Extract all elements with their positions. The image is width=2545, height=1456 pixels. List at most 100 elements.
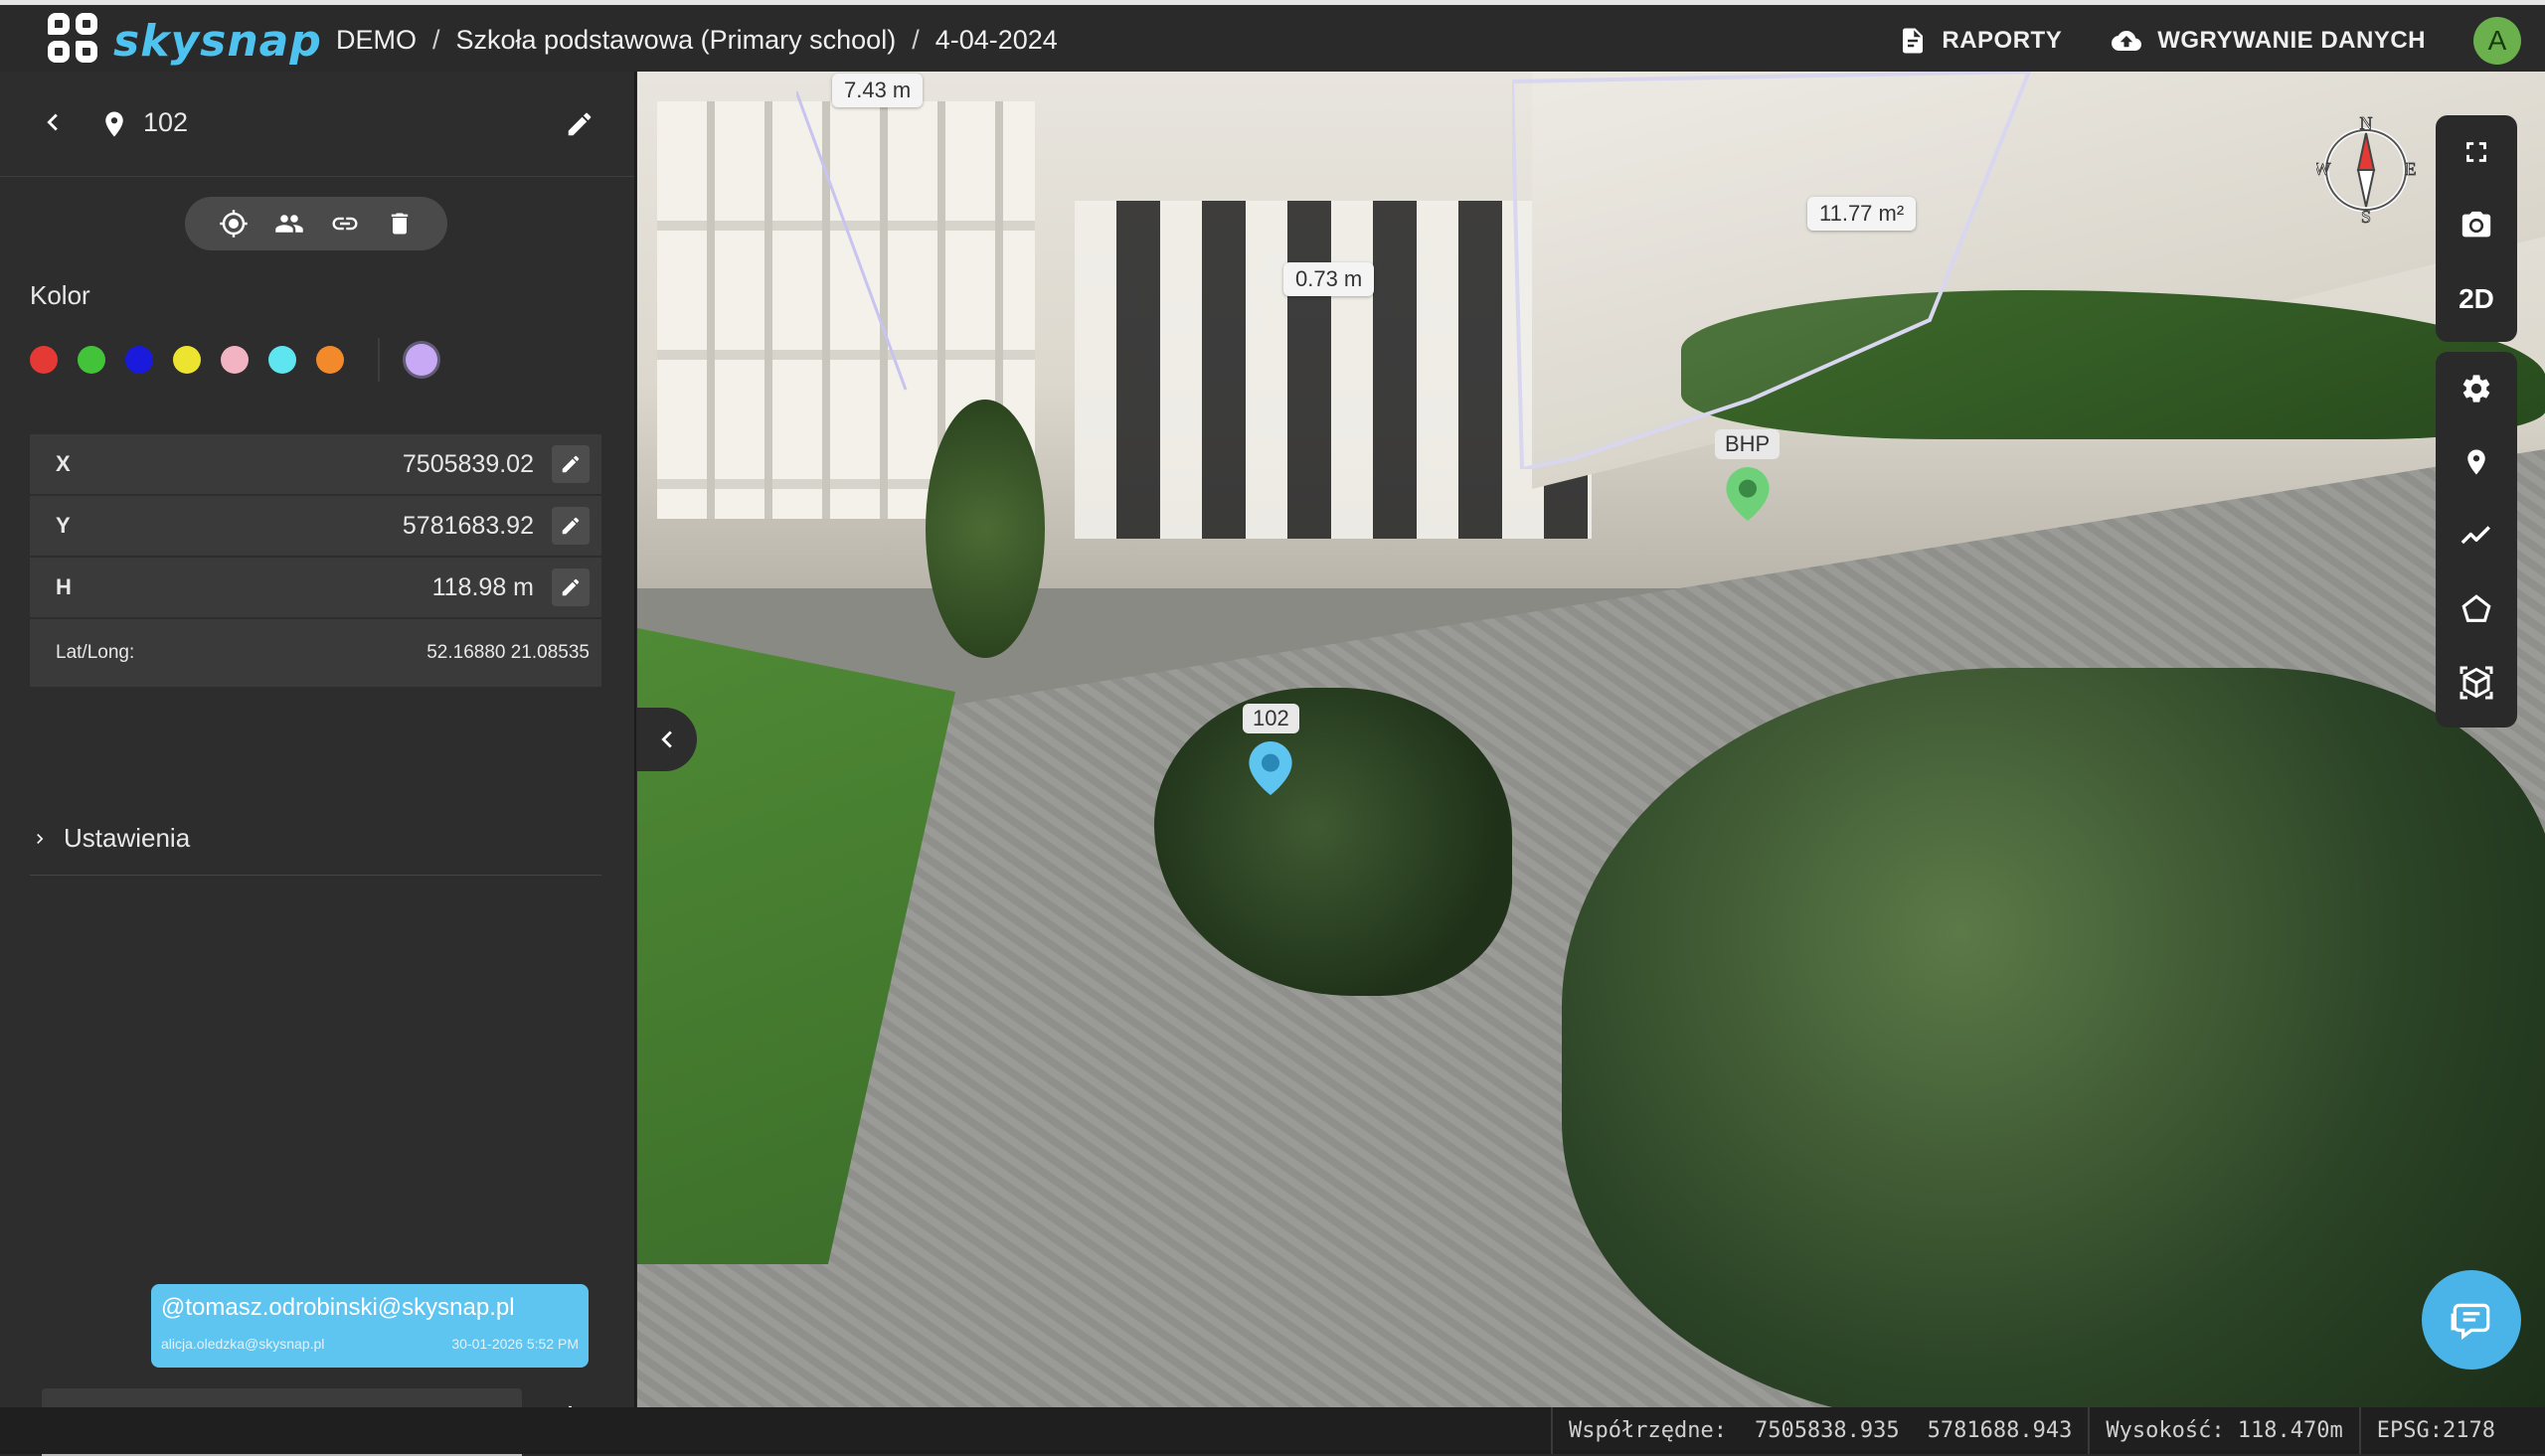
breadcrumb: DEMO / Szkoła podstawowa (Primary school…: [336, 25, 1058, 56]
brand-name: skysnap: [113, 15, 322, 67]
gear-icon: [2462, 375, 2490, 403]
edit-y-button[interactable]: [552, 507, 590, 545]
reports-label: RAPORTY: [1942, 27, 2063, 54]
settings-label: Ustawienia: [64, 823, 191, 853]
fullscreen-button[interactable]: [2436, 115, 2517, 189]
svg-text:E: E: [2406, 159, 2417, 179]
svg-text:N: N: [2360, 115, 2373, 133]
chat-message-time: 30-01-2026 5:52 PM: [451, 1336, 579, 1352]
marker-bhp[interactable]: BHP: [1715, 429, 1781, 521]
point-action-bar: [185, 197, 447, 250]
coord-h-label: H: [56, 574, 72, 599]
edit-pencil-icon: [562, 455, 580, 473]
measurement-label-1: 7.43 m: [832, 74, 924, 107]
chat-message-text: @tomasz.odrobinski@skysnap.pl: [161, 1294, 515, 1321]
coordinate-x: 7505838.935: [1754, 1418, 1900, 1443]
compass-icon[interactable]: N S E W: [2316, 115, 2416, 225]
map-pin-icon: [1726, 467, 1770, 521]
edit-pencil-icon[interactable]: [565, 109, 594, 139]
upload-label: WGRYWANIE DANYCH: [2157, 27, 2426, 54]
cube-icon: [2460, 666, 2493, 700]
edit-h-button[interactable]: [552, 568, 590, 606]
breadcrumb-date[interactable]: 4-04-2024: [935, 25, 1058, 56]
panel-header: 102: [0, 72, 634, 177]
color-swatch-orange[interactable]: [316, 346, 344, 374]
locate-target-icon[interactable]: [219, 209, 249, 239]
reports-button[interactable]: RAPORTY: [1898, 26, 2062, 56]
coordinates-table: X 7505839.02 Y 5781683.92 H 118.98 m Lat…: [30, 434, 601, 689]
settings-button[interactable]: [2436, 352, 2517, 425]
cloud-upload-icon: [2112, 31, 2142, 51]
coord-row-x: X 7505839.02: [30, 434, 601, 496]
location-pin-icon: [2467, 449, 2485, 475]
coord-row-latlong: Lat/Long: 52.16880 21.08535: [30, 619, 601, 689]
cursor-coordinates: Współrzędne: 7505838.935 5781688.943: [1551, 1407, 2088, 1454]
top-bar: skysnap DEMO / Szkoła podstawowa (Primar…: [0, 0, 2545, 72]
screenshot-button[interactable]: [2436, 189, 2517, 262]
point-name: 102: [143, 107, 189, 137]
coord-h-value: 118.98 m: [431, 572, 534, 601]
measure-line-button[interactable]: [2436, 499, 2517, 572]
point-panel: 102 Kolor X 7505839.02 Y 5781683.92 H 11…: [0, 72, 636, 1456]
chat-message-author: alicja.oledzka@skysnap.pl: [161, 1336, 325, 1352]
coordinate-y: 5781688.943: [1927, 1418, 2073, 1443]
chevron-right-icon: [37, 833, 44, 844]
coord-y-value: 5781683.92: [402, 511, 534, 540]
people-share-icon[interactable]: [273, 209, 305, 239]
3d-viewport[interactable]: 7.43 m 0.73 m 11.77 m² BHP 102 N S E W 2…: [637, 72, 2545, 1407]
color-section-label: Kolor: [30, 280, 90, 310]
chat-button[interactable]: [2422, 1270, 2521, 1370]
fullscreen-icon: [2466, 142, 2486, 162]
logo[interactable]: skysnap: [48, 13, 322, 69]
coord-row-y: Y 5781683.92: [30, 496, 601, 558]
marker-102-label: 102: [1243, 704, 1299, 733]
measurement-label-3: 11.77 m²: [1807, 197, 1917, 231]
coord-x-label: X: [56, 451, 71, 476]
svg-text:W: W: [2316, 159, 2331, 179]
coordinates-label: Współrzędne:: [1569, 1418, 1727, 1443]
color-swatch-cyan[interactable]: [268, 346, 296, 374]
area-polygon: [1512, 72, 2032, 469]
breadcrumb-project[interactable]: DEMO: [336, 25, 417, 56]
polygon-icon: [2461, 594, 2491, 622]
color-swatch-blue[interactable]: [125, 346, 153, 374]
edit-x-button[interactable]: [552, 445, 590, 483]
coord-x-value: 7505839.02: [402, 449, 534, 478]
color-swatch-red[interactable]: [30, 346, 58, 374]
measure-volume-button[interactable]: [2436, 646, 2517, 720]
tools-toolbar: [2436, 352, 2517, 728]
delete-trash-icon[interactable]: [386, 209, 414, 239]
polyline-icon: [2460, 526, 2490, 545]
measure-area-button[interactable]: [2436, 572, 2517, 646]
coord-y-label: Y: [56, 513, 71, 538]
camera-icon: [2461, 211, 2491, 238]
breadcrumb-site[interactable]: Szkoła podstawowa (Primary school): [456, 25, 897, 56]
toggle-2d-button[interactable]: 2D: [2436, 262, 2517, 336]
chevron-left-icon: [661, 730, 672, 748]
color-swatch-pink[interactable]: [221, 346, 249, 374]
color-swatch-yellow[interactable]: [173, 346, 201, 374]
add-point-button[interactable]: [2436, 425, 2517, 499]
logo-icon: [48, 13, 103, 69]
coord-row-h: H 118.98 m: [30, 558, 601, 619]
latlong-value: 52.16880 21.08535: [426, 642, 590, 663]
color-swatches: [30, 338, 457, 382]
tree-canopy: [1562, 668, 2545, 1407]
link-icon[interactable]: [329, 209, 361, 239]
marker-102[interactable]: 102: [1243, 704, 1299, 795]
edit-pencil-icon: [562, 578, 580, 596]
map-pin-icon: [1249, 741, 1292, 795]
measurement-label-2: 0.73 m: [1283, 262, 1375, 296]
latlong-label: Lat/Long:: [56, 642, 135, 663]
marker-bhp-label: BHP: [1715, 429, 1781, 459]
color-swatch-selected-lilac[interactable]: [406, 344, 437, 376]
upload-button[interactable]: WGRYWANIE DANYCH: [2110, 26, 2426, 56]
back-arrow-icon[interactable]: [36, 105, 70, 139]
avatar[interactable]: A: [2473, 17, 2521, 65]
status-bar: Współrzędne: 7505838.935 5781688.943 Wys…: [0, 1407, 2545, 1454]
settings-expander[interactable]: Ustawienia: [30, 802, 601, 876]
color-swatch-green[interactable]: [78, 346, 105, 374]
distance-line: [796, 91, 908, 391]
location-pin-icon: [105, 111, 123, 137]
view-toolbar: 2D: [2436, 115, 2517, 342]
